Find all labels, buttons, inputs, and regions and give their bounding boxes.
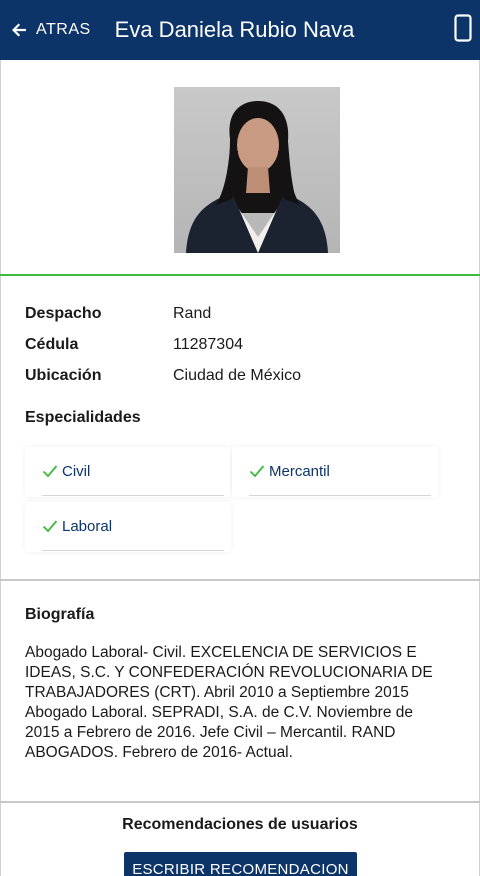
section-divider bbox=[0, 579, 480, 581]
check-icon bbox=[42, 520, 58, 533]
info-label: Cédula bbox=[25, 335, 79, 353]
arrow-left-icon bbox=[12, 23, 26, 37]
smartphone-icon[interactable] bbox=[454, 14, 472, 42]
specialty-chip-civil: Civil bbox=[25, 447, 231, 497]
specialty-label: Mercantil bbox=[269, 462, 330, 480]
profile-info: Despacho Rand Cédula 11287304 Ubicación … bbox=[25, 298, 465, 391]
info-label: Despacho bbox=[25, 304, 102, 322]
specialty-chip-laboral: Laboral bbox=[25, 502, 231, 552]
section-divider bbox=[0, 274, 480, 276]
specialties-heading: Especialidades bbox=[25, 409, 141, 426]
page-title: Eva Daniela Rubio Nava bbox=[114, 17, 355, 42]
info-value: Rand bbox=[173, 304, 212, 322]
info-row-ubicacion: Ubicación Ciudad de México bbox=[25, 360, 465, 391]
specialty-label: Laboral bbox=[62, 517, 113, 535]
info-label: Ubicación bbox=[25, 366, 102, 384]
info-value: 11287304 bbox=[173, 335, 243, 353]
specialty-chip-mercantil: Mercantil bbox=[232, 447, 438, 497]
biography-text: Abogado Laboral- Civil. EXCELENCIA DE SE… bbox=[25, 644, 433, 761]
back-button[interactable]: ATRAS bbox=[12, 21, 91, 39]
section-divider bbox=[0, 801, 480, 803]
app-header: ATRAS Eva Daniela Rubio Nava bbox=[0, 0, 480, 60]
profile-photo bbox=[174, 87, 340, 253]
check-icon bbox=[42, 465, 58, 478]
check-icon bbox=[249, 465, 265, 478]
info-value: Ciudad de México bbox=[173, 366, 302, 384]
write-recommendation-button[interactable]: ESCRIBIR RECOMENDACION bbox=[124, 852, 357, 876]
recommendations-heading: Recomendaciones de usuarios bbox=[122, 816, 358, 833]
info-row-despacho: Despacho Rand bbox=[25, 298, 465, 329]
info-row-cedula: Cédula 11287304 bbox=[25, 329, 465, 360]
back-label: ATRAS bbox=[36, 21, 91, 38]
biography-heading: Biografía bbox=[25, 606, 95, 623]
specialty-label: Civil bbox=[62, 462, 91, 480]
